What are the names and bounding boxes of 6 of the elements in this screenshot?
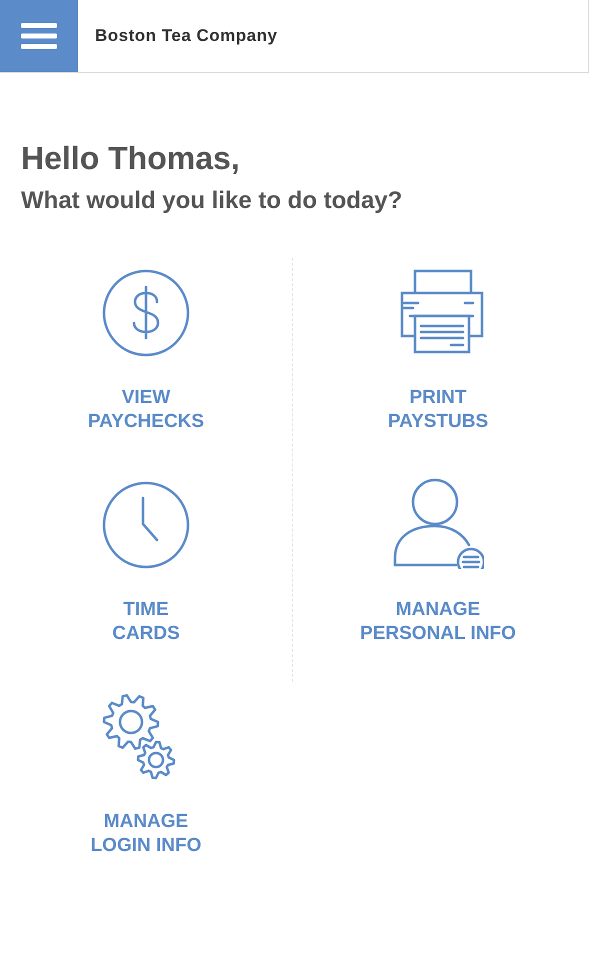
user-profile-icon	[392, 477, 484, 569]
company-name: Boston Tea Company	[95, 25, 278, 48]
greeting-heading: Hello Thomas,	[21, 139, 241, 178]
greeting-subheading: What would you like to do today?	[21, 186, 404, 216]
menu-icon	[21, 22, 57, 50]
menu-button[interactable]	[0, 0, 78, 72]
